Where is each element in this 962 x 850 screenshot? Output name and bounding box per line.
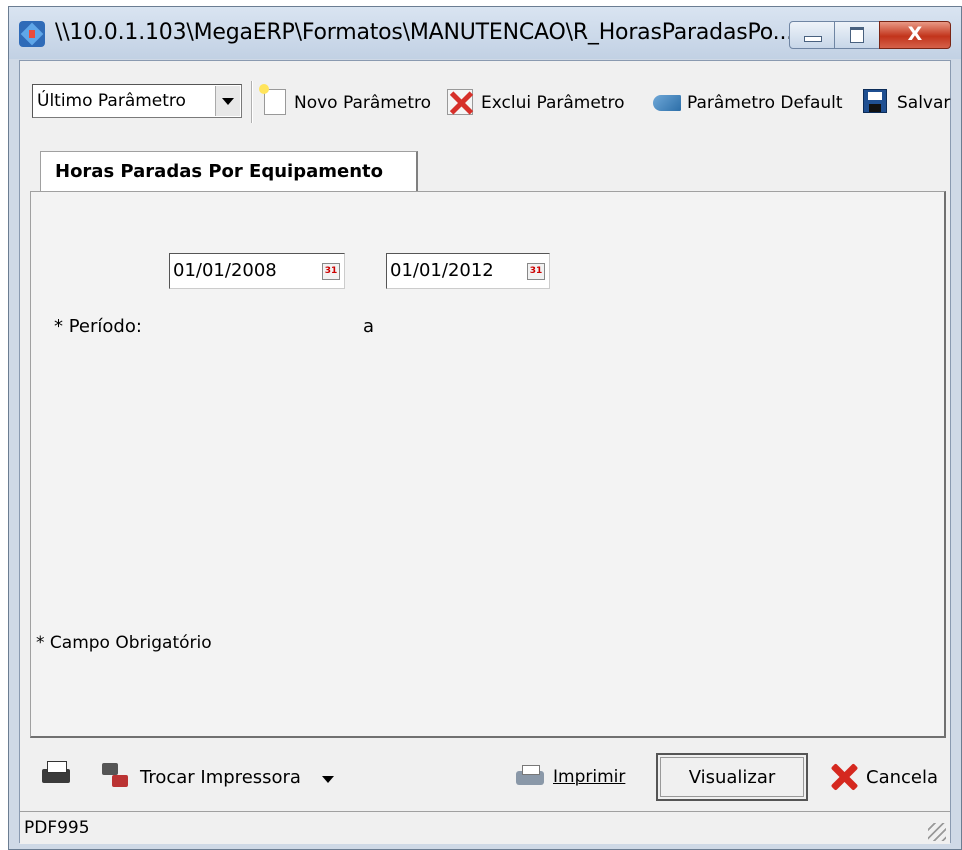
calendar-icon[interactable]: 31 bbox=[527, 263, 545, 280]
window-title: \\10.0.1.103\MegaERP\Formatos\MANUTENCAO… bbox=[55, 20, 794, 45]
date-to-field[interactable]: 01/01/2012 31 bbox=[386, 253, 550, 289]
periodo-label: * Período: bbox=[54, 316, 142, 337]
novo-parametro-label: Novo Parâmetro bbox=[294, 93, 431, 113]
date-from-field[interactable]: 01/01/2008 31 bbox=[169, 253, 345, 289]
tab-label: Horas Paradas Por Equipamento bbox=[55, 161, 383, 182]
client-area: Último Parâmetro Novo Parâmetro Exclui P… bbox=[19, 60, 951, 844]
chevron-down-icon[interactable] bbox=[322, 776, 334, 783]
printer-icon bbox=[516, 765, 544, 789]
save-icon bbox=[863, 89, 887, 113]
toolbar-separator bbox=[251, 81, 253, 123]
printer-name: PDF995 bbox=[24, 818, 90, 838]
new-document-icon bbox=[259, 84, 286, 115]
printer-settings-icon[interactable] bbox=[42, 761, 70, 789]
tab-horas-paradas[interactable]: Horas Paradas Por Equipamento bbox=[40, 151, 418, 191]
calendar-icon[interactable]: 31 bbox=[322, 263, 340, 280]
visualizar-button[interactable]: Visualizar bbox=[656, 753, 808, 801]
chevron-down-icon[interactable] bbox=[215, 86, 240, 116]
trocar-impressora-button[interactable]: Trocar Impressora bbox=[140, 767, 301, 788]
imprimir-button[interactable]: Imprimir bbox=[553, 767, 625, 787]
period-separator: a bbox=[363, 316, 375, 337]
title-bar[interactable]: \\10.0.1.103\MegaERP\Formatos\MANUTENCAO… bbox=[9, 7, 961, 59]
status-bar: PDF995 bbox=[20, 811, 950, 844]
app-icon[interactable] bbox=[19, 21, 45, 47]
close-button[interactable]: X bbox=[879, 21, 951, 49]
action-bar: Trocar Impressora Imprimir Visualizar Ca… bbox=[20, 747, 950, 811]
report-window: \\10.0.1.103\MegaERP\Formatos\MANUTENCAO… bbox=[8, 6, 962, 850]
swap-printer-icon bbox=[100, 761, 130, 791]
close-icon: X bbox=[907, 23, 923, 45]
parameter-select-value: Último Parâmetro bbox=[37, 91, 186, 111]
toolbar: Último Parâmetro Novo Parâmetro Exclui P… bbox=[20, 61, 950, 139]
cancel-x-icon bbox=[830, 763, 858, 791]
parametro-default-label: Parâmetro Default bbox=[687, 93, 843, 113]
date-from-value: 01/01/2008 bbox=[173, 260, 277, 281]
delete-icon bbox=[447, 89, 473, 115]
minimize-button[interactable] bbox=[789, 21, 835, 49]
maximize-button[interactable] bbox=[834, 21, 880, 49]
visualizar-label: Visualizar bbox=[688, 767, 776, 788]
exclui-parametro-label: Exclui Parâmetro bbox=[481, 93, 625, 113]
cancela-button[interactable]: Cancela bbox=[866, 767, 938, 788]
parameter-select[interactable]: Último Parâmetro bbox=[32, 84, 242, 118]
salvar-label: Salvar bbox=[897, 93, 951, 113]
date-to-value: 01/01/2012 bbox=[390, 260, 494, 281]
default-arrow-icon bbox=[653, 95, 681, 111]
resize-grip-icon[interactable] bbox=[928, 823, 946, 841]
required-field-note: * Campo Obrigatório bbox=[36, 633, 212, 653]
